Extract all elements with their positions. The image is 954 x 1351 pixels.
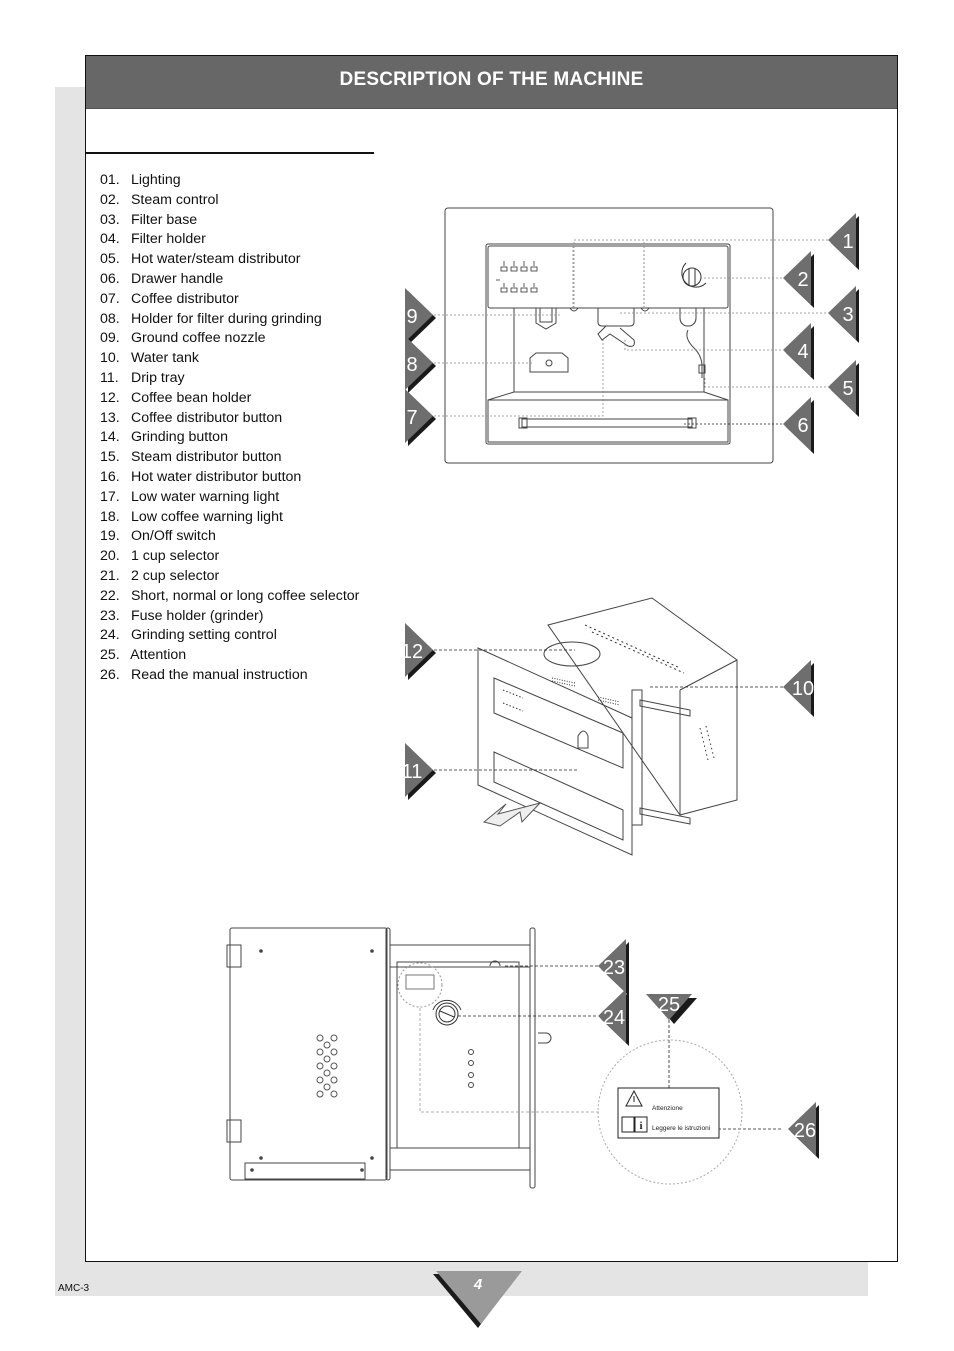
filter-grinding-holder	[529, 352, 569, 373]
leader-lines-fig2	[434, 649, 783, 771]
grinding-dial	[432, 999, 462, 1026]
svg-text:4: 4	[797, 341, 808, 363]
read-instructions-text: Leggere le istruzioni	[652, 1125, 710, 1132]
leader-lines-fig3	[419, 965, 783, 1130]
control-panel	[487, 245, 729, 309]
button-icons-row1	[500, 261, 538, 272]
svg-text:6: 6	[797, 415, 808, 437]
page-number: 4	[473, 1276, 483, 1293]
svg-text:23: 23	[603, 957, 625, 979]
steam-wand	[686, 329, 703, 378]
callout-1: 1	[828, 213, 859, 270]
svg-text:11: 11	[402, 761, 423, 783]
steam-knob	[681, 262, 707, 288]
svg-text:3: 3	[842, 304, 853, 326]
document-code: AMC-3	[58, 1283, 90, 1294]
callout-24: 24	[598, 989, 629, 1046]
svg-text:2: 2	[797, 269, 808, 291]
svg-text:25: 25	[658, 994, 680, 1016]
svg-text:i: i	[640, 1121, 643, 1132]
bottom-rail	[389, 1147, 531, 1171]
drawer-persp	[493, 751, 624, 841]
side-panel	[229, 927, 388, 1181]
filter-base	[597, 308, 635, 327]
callout-4: 4	[783, 323, 814, 380]
pull-out-arrow	[482, 802, 542, 827]
callout-3: 3	[828, 286, 859, 343]
callout-23: 23	[598, 939, 629, 996]
callout-5: 5	[828, 360, 859, 417]
steam-wand-top	[679, 308, 697, 327]
callout-6: 6	[783, 397, 814, 454]
svg-text:5: 5	[842, 378, 853, 400]
panel-bracket	[244, 1162, 366, 1180]
top-view-figure	[226, 927, 552, 1189]
svg-text:8: 8	[406, 354, 417, 376]
grinder-compartment	[396, 961, 520, 1149]
leader-lines-fig1	[434, 239, 828, 425]
svg-text:7: 7	[406, 407, 417, 429]
bean-holder	[543, 641, 601, 667]
attention-text: Attenzione	[652, 1105, 683, 1112]
front-view-figure	[444, 207, 774, 464]
ground-coffee-nozzle	[535, 308, 557, 330]
svg-text:1: 1	[842, 231, 853, 253]
callout-26: 26	[788, 1102, 819, 1159]
callout-7: 7	[405, 389, 436, 446]
perspective-view-figure	[477, 597, 738, 856]
svg-text:9: 9	[406, 306, 417, 328]
callout-2: 2	[783, 251, 814, 308]
callout-12: 12	[401, 623, 436, 680]
svg-text:12: 12	[401, 641, 423, 663]
callout-10: 10	[783, 660, 814, 717]
side-panel-vents	[316, 1034, 338, 1098]
warning-label: Attenzione i Leggere le istruzioni	[617, 1087, 720, 1139]
callout-9: 9	[405, 288, 436, 345]
filter-holder	[597, 325, 635, 347]
page-number-badge: 4	[433, 1271, 522, 1328]
machine-illustrations: 1 2 3 4 5 6 9 8 7 12 10 11 Attenzione i …	[226, 207, 859, 1328]
top-rail	[389, 944, 531, 968]
callout-25: 25	[646, 994, 697, 1024]
control-panel-persp	[493, 677, 624, 769]
callout-11: 11	[402, 743, 436, 800]
drawer-handle	[521, 418, 693, 428]
svg-text:10: 10	[792, 678, 814, 700]
button-icons-row2	[496, 279, 538, 293]
machine-body	[485, 243, 731, 445]
svg-text:26: 26	[794, 1120, 816, 1142]
svg-text:24: 24	[603, 1007, 625, 1029]
callout-8: 8	[405, 336, 436, 393]
